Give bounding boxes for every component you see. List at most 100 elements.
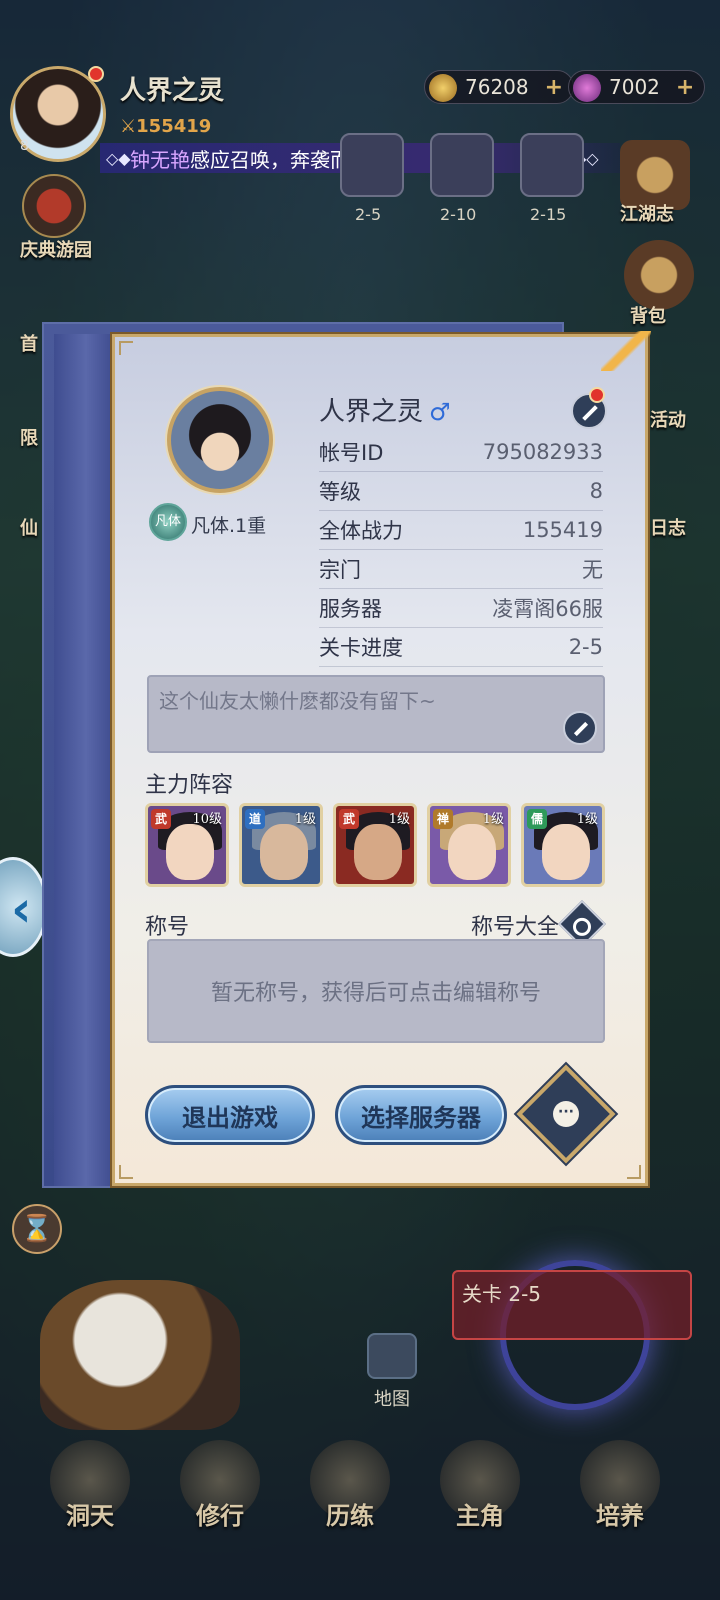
hero-slot-1[interactable]: 武 10级 bbox=[145, 803, 229, 887]
side-label-limit: 限 bbox=[20, 428, 38, 449]
player-power: ⚔155419 bbox=[120, 116, 212, 137]
rename-notification-dot bbox=[589, 387, 605, 403]
panel-corner bbox=[627, 1165, 641, 1179]
info-key: 服务器 bbox=[319, 597, 382, 621]
nav-dongtian[interactable]: 洞天 bbox=[30, 1440, 150, 1560]
profile-avatar[interactable] bbox=[167, 387, 273, 493]
hero-face bbox=[542, 824, 590, 880]
player-name: 人界之灵 bbox=[120, 76, 225, 106]
nav-hero[interactable]: 主角 bbox=[420, 1440, 540, 1560]
banner-hero-name: 钟无艳 bbox=[130, 147, 190, 172]
side-label-immortal: 仙 bbox=[20, 518, 38, 539]
nav-cultivate[interactable]: 修行 bbox=[160, 1440, 280, 1560]
right-label-backpack: 背包 bbox=[630, 306, 666, 327]
backpack-icon[interactable] bbox=[624, 240, 694, 310]
more-icon: ··· bbox=[553, 1101, 579, 1127]
hero-level: 1级 bbox=[294, 812, 316, 827]
hero-slot-2[interactable]: 道 1级 bbox=[239, 803, 323, 887]
edit-signature-button[interactable] bbox=[563, 711, 597, 745]
info-key: 关卡进度 bbox=[319, 636, 403, 660]
hero-face bbox=[166, 824, 214, 880]
info-value: 无 bbox=[582, 558, 603, 582]
info-key: 全体战力 bbox=[319, 519, 403, 543]
stage-reward-1[interactable] bbox=[340, 133, 404, 197]
info-key: 帐号ID bbox=[319, 441, 384, 465]
realm-badge-icon: 凡体 bbox=[149, 503, 187, 541]
hero-level: 1级 bbox=[388, 812, 410, 827]
hero-level: 1级 bbox=[576, 812, 598, 827]
more-settings-button[interactable]: ··· bbox=[516, 1064, 616, 1164]
add-gem-button[interactable]: + bbox=[676, 75, 694, 100]
map-icon bbox=[367, 1333, 417, 1379]
right-label-activity: 活动 bbox=[650, 410, 686, 431]
nav-train[interactable]: 培养 bbox=[560, 1440, 680, 1560]
map-button[interactable]: 地图 bbox=[362, 1333, 422, 1413]
info-value: 795082933 bbox=[482, 440, 603, 464]
info-value: 155419 bbox=[522, 518, 603, 542]
coin-currency[interactable]: 76208 + bbox=[424, 70, 575, 104]
battle-stage-button[interactable]: 关卡 2-5 bbox=[452, 1270, 692, 1340]
title-section-label: 称号 bbox=[145, 915, 190, 940]
stage-reward-2[interactable] bbox=[430, 133, 494, 197]
role-badge: 武 bbox=[151, 809, 171, 829]
role-badge: 道 bbox=[245, 809, 265, 829]
hourglass-icon[interactable]: ⌛ bbox=[12, 1204, 62, 1254]
player-level: 8 bbox=[20, 138, 29, 154]
nav-adventure[interactable]: 历练 bbox=[290, 1440, 410, 1560]
gem-currency[interactable]: 7002 + bbox=[568, 70, 706, 104]
notification-dot bbox=[88, 66, 104, 82]
map-label: 地图 bbox=[374, 1389, 410, 1410]
bottom-navigation: 洞天 修行 历练 主角 培养 bbox=[0, 1440, 720, 1570]
title-box[interactable]: 暂无称号，获得后可点击编辑称号 bbox=[147, 939, 605, 1043]
info-row-sect: 宗门 无 bbox=[319, 550, 603, 589]
nav-label-train: 培养 bbox=[596, 1502, 644, 1530]
title-gallery-link[interactable]: 称号大全 bbox=[471, 909, 559, 941]
stage-reward-3[interactable] bbox=[520, 133, 584, 197]
stage-label-2: 2-10 bbox=[440, 205, 477, 224]
panel-spine bbox=[54, 334, 120, 1186]
hero-level: 1级 bbox=[482, 812, 504, 827]
player-top-bar: 8 人界之灵 ⚔155419 76208 + 7002 + bbox=[0, 58, 720, 162]
stage-label-3: 2-15 bbox=[530, 205, 567, 224]
signature-text: 这个仙友太懒什麽都没有留下~ bbox=[159, 689, 436, 713]
hero-level: 10级 bbox=[192, 812, 222, 827]
right-label-log: 日志 bbox=[650, 518, 686, 539]
title-empty-text: 暂无称号，获得后可点击编辑称号 bbox=[210, 981, 541, 1006]
panel-corner bbox=[119, 341, 133, 355]
info-value: 凌霄阁66服 bbox=[492, 597, 603, 621]
profile-name: 人界之灵 ♂ bbox=[319, 391, 451, 428]
nav-label-cultivate: 修行 bbox=[196, 1502, 244, 1530]
hero-face bbox=[354, 824, 402, 880]
info-row-level: 等级 8 bbox=[319, 472, 603, 511]
chevron-left-icon: ‹ bbox=[11, 880, 32, 938]
banner-left-mark: ◇◆ bbox=[106, 148, 131, 168]
hero-slot-4[interactable]: 禅 1级 bbox=[427, 803, 511, 887]
panel-corner bbox=[119, 1165, 133, 1179]
stage-label-1: 2-5 bbox=[355, 205, 382, 224]
logout-button[interactable]: 退出游戏 bbox=[145, 1085, 315, 1145]
hero-face bbox=[448, 824, 496, 880]
info-row-server: 服务器 凌霄阁66服 bbox=[319, 589, 603, 628]
profile-name-text: 人界之灵 bbox=[319, 397, 424, 427]
signature-box[interactable]: 这个仙友太懒什麽都没有留下~ bbox=[147, 675, 605, 753]
info-row-stage-progress: 关卡进度 2-5 bbox=[319, 628, 603, 667]
info-row-account-id: 帐号ID 795082933 bbox=[319, 433, 603, 472]
hero-slot-3[interactable]: 武 1级 bbox=[333, 803, 417, 887]
treasure-beast-icon[interactable] bbox=[40, 1280, 240, 1430]
hero-face bbox=[260, 824, 308, 880]
festival-garden-icon[interactable] bbox=[22, 174, 86, 238]
realm-text: 凡体.1重 bbox=[191, 515, 267, 537]
right-label-journal: 江湖志 bbox=[620, 204, 674, 225]
brush-decoration bbox=[601, 331, 651, 371]
info-value: 2-5 bbox=[568, 635, 603, 659]
add-coin-button[interactable]: + bbox=[545, 75, 563, 100]
role-badge: 禅 bbox=[433, 809, 453, 829]
hero-slot-5[interactable]: 儒 1级 bbox=[521, 803, 605, 887]
coin-icon bbox=[429, 74, 457, 102]
nav-label-hero: 主角 bbox=[456, 1502, 504, 1530]
male-icon: ♂ bbox=[429, 398, 451, 426]
profile-panel: 凡体 凡体.1重 人界之灵 ♂ 帐号ID 795082933 等级 8 全体战力 … bbox=[112, 331, 651, 1186]
main-lineup: 武 10级 道 1级 武 1级 禅 1级 儒 1级 bbox=[145, 803, 605, 887]
side-label-festival: 庆典游园 bbox=[20, 240, 92, 261]
select-server-button[interactable]: 选择服务器 bbox=[335, 1085, 507, 1145]
